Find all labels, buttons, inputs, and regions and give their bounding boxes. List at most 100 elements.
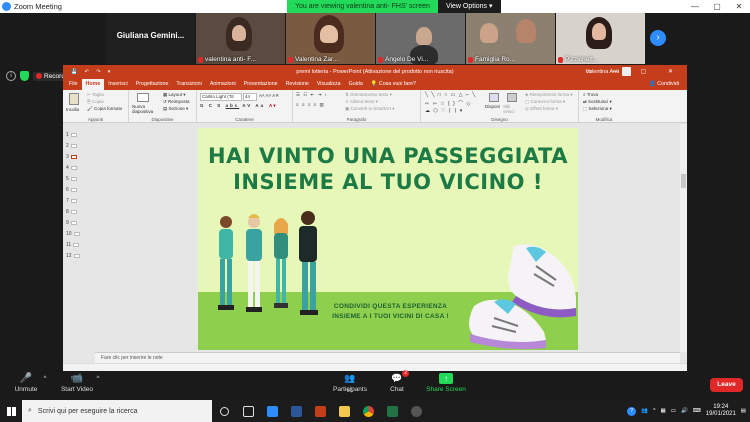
- font-size-buttons[interactable]: A˄ A˅ A✕: [259, 93, 279, 99]
- paste-icon[interactable]: [69, 93, 79, 105]
- taskbar-search[interactable]: ⌕ Scrivi qui per eseguire la ricerca: [22, 400, 212, 422]
- leave-button[interactable]: Leave: [710, 378, 743, 392]
- arrange-icon[interactable]: [489, 93, 499, 102]
- cut-button[interactable]: ✂ Taglia: [87, 92, 104, 98]
- font-color-button[interactable]: A ▾: [269, 103, 276, 109]
- align-text-button[interactable]: ⇳ Allinea testo ▾: [345, 99, 378, 105]
- arrange-button[interactable]: Disponi: [485, 104, 500, 109]
- notifications-icon[interactable]: ▤: [741, 408, 746, 414]
- people-icon[interactable]: 👥: [641, 408, 648, 414]
- tab-slideshow[interactable]: Presentazione: [240, 79, 282, 90]
- participant-tile[interactable]: Famiglia Ro...: [466, 13, 555, 64]
- participant-tile[interactable]: Giuliana Gemini...: [106, 13, 195, 64]
- shapes-gallery-row2[interactable]: ⇨ ⇦ ☆ { } ⌒ ◇: [425, 100, 471, 107]
- slide-subtitle[interactable]: CONDIVIDI QUESTA ESPERIENZA INSIEME A I …: [308, 302, 473, 322]
- vertical-scrollbar[interactable]: [680, 124, 687, 352]
- list-buttons[interactable]: ☰ ☷ ⇤ ⇥ ↕: [296, 92, 328, 98]
- text-direction-button[interactable]: ⇅ Orientamento testo ▾: [345, 92, 392, 98]
- slide-thumbnail[interactable]: 8: [66, 209, 77, 215]
- tell-me-box[interactable]: 💡 Cosa vuoi fare?: [367, 79, 420, 90]
- keyboard-icon[interactable]: ⌨: [693, 408, 701, 414]
- new-slide-icon[interactable]: [137, 93, 149, 102]
- copy-button[interactable]: ⎘ Copia: [87, 99, 104, 104]
- reset-button[interactable]: ↺ Reimposta: [163, 99, 190, 105]
- replace-button[interactable]: ⇄ Sostituisci ▾: [583, 99, 612, 105]
- slide-thumbnail[interactable]: 5: [66, 176, 77, 182]
- format-painter-button[interactable]: 🖌 Copia formato: [87, 106, 122, 112]
- new-slide-button[interactable]: Nuova diapositiva: [132, 104, 156, 114]
- layout-button[interactable]: ▦ Layout ▾: [163, 92, 186, 98]
- slide-canvas[interactable]: HAI VINTO UNA PASSEGGIATA INSIEME AL TUO…: [198, 128, 578, 350]
- media-app-icon[interactable]: [404, 400, 428, 422]
- tab-transitions[interactable]: Transizioni: [172, 79, 205, 90]
- shape-fill-button[interactable]: ◈ Riempimento forma ▾: [525, 92, 573, 98]
- participants-button[interactable]: 👥 61 Participants: [330, 373, 370, 394]
- close-icon[interactable]: ✕: [728, 0, 750, 13]
- section-button[interactable]: ▤ Sezione ▾: [163, 106, 188, 112]
- word-app-icon[interactable]: [284, 400, 308, 422]
- slide-thumbnail[interactable]: 9: [66, 220, 77, 226]
- video-options-chevron-icon[interactable]: ^: [93, 375, 103, 382]
- audio-options-chevron-icon[interactable]: ^: [40, 375, 50, 382]
- font-style-buttons[interactable]: G C S abc AV Aa: [200, 103, 265, 108]
- participant-tile[interactable]: Valentina Zar...: [286, 13, 375, 64]
- participant-tile[interactable]: Angelo De Vi...: [376, 13, 465, 64]
- tab-review[interactable]: Revisione: [282, 79, 313, 90]
- tab-home[interactable]: Home: [81, 79, 105, 90]
- start-video-button[interactable]: 📹 Start Video: [56, 373, 98, 393]
- paste-button[interactable]: Incolla: [66, 107, 79, 112]
- minimize-icon[interactable]: —: [684, 0, 706, 13]
- shapes-gallery-row3[interactable]: ☁ ⬡ ♡ ⌈ ⌉ ▾: [425, 108, 463, 114]
- shapes-gallery[interactable]: ╲ ╲ □ ○ ▭ △ ⌐ ╲: [425, 92, 476, 98]
- quick-styles-button[interactable]: Stili veloci: [503, 104, 521, 114]
- slide-thumbnail[interactable]: 10: [66, 231, 80, 237]
- alignment-buttons[interactable]: ≡ ≡ ≡ ≡ ▥: [296, 102, 325, 108]
- info-icon[interactable]: i: [6, 71, 16, 81]
- tab-animations[interactable]: Animazioni: [206, 79, 240, 90]
- shield-icon[interactable]: [20, 71, 29, 81]
- font-name-field[interactable]: Carlito Light (Tit: [200, 93, 242, 101]
- volume-icon[interactable]: 🔊: [681, 408, 688, 414]
- task-view-icon[interactable]: [212, 400, 236, 422]
- maximize-icon[interactable]: ▢: [706, 0, 728, 13]
- tab-file[interactable]: File: [65, 79, 82, 90]
- find-button[interactable]: ⌕ Trova: [583, 92, 598, 97]
- powerpoint-app-icon[interactable]: [308, 400, 332, 422]
- help-icon[interactable]: ?: [627, 406, 637, 416]
- chat-button[interactable]: 💬 2 Chat: [384, 370, 410, 393]
- notes-pane[interactable]: Fare clic per inserire le note: [95, 352, 680, 363]
- unmute-button[interactable]: 🎤 Unmute: [10, 373, 42, 393]
- task-switcher-icon[interactable]: [236, 400, 260, 422]
- next-participants-button[interactable]: ›: [650, 30, 666, 46]
- participant-tile[interactable]: valentina anti- F...: [196, 13, 285, 64]
- slide-thumbnail[interactable]: 12: [66, 253, 80, 259]
- smartart-button[interactable]: ▣ Converti in SmartArt ▾: [345, 106, 395, 112]
- clock[interactable]: 19:24 19/01/2021: [706, 404, 736, 418]
- slide-thumbnail[interactable]: 4: [66, 165, 77, 171]
- participant-tile[interactable]: Pizzichett...: [556, 13, 645, 64]
- chevron-up-icon[interactable]: ^: [653, 408, 656, 414]
- slide-headline[interactable]: HAI VINTO UNA PASSEGGIATA INSIEME AL TUO…: [198, 143, 578, 195]
- shape-effects-button[interactable]: ◎ Effetti forma ▾: [525, 106, 558, 112]
- quick-styles-icon[interactable]: [507, 93, 517, 102]
- slide-thumbnail[interactable]: 2: [66, 143, 77, 149]
- slide-thumbnail[interactable]: 6: [66, 187, 77, 193]
- share-screen-button[interactable]: ↑ Share Screen: [424, 373, 468, 393]
- zoom-app-icon[interactable]: [260, 400, 284, 422]
- select-button[interactable]: ⬚ Seleziona ▾: [583, 106, 612, 112]
- share-button[interactable]: 👤 Condividi: [645, 79, 683, 90]
- shape-outline-button[interactable]: ▢ Contorno forma ▾: [525, 99, 565, 105]
- view-options-button[interactable]: View Options ▾: [437, 0, 501, 13]
- ppt-window-controls[interactable]: ▭ — ▢ ✕: [586, 68, 683, 75]
- slide-thumbnail[interactable]: 7: [66, 198, 77, 204]
- font-size-field[interactable]: 44: [243, 93, 257, 101]
- tab-design[interactable]: Progettazione: [132, 79, 173, 90]
- tab-help[interactable]: Guida: [345, 79, 367, 90]
- chrome-app-icon[interactable]: [356, 400, 380, 422]
- start-button[interactable]: [0, 400, 22, 422]
- slide-thumbnail[interactable]: 11: [66, 242, 80, 248]
- file-explorer-icon[interactable]: [332, 400, 356, 422]
- battery-icon[interactable]: ▭: [671, 408, 676, 414]
- tab-insert[interactable]: Inserisci: [104, 79, 131, 90]
- slide-thumbnail[interactable]: 1: [66, 132, 77, 138]
